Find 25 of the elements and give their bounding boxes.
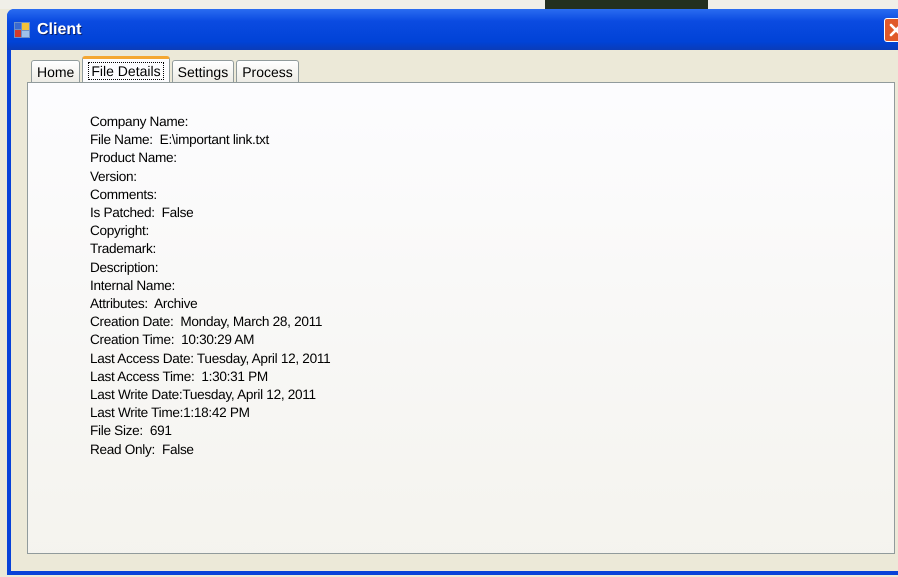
detail-line: Read Only: False bbox=[90, 440, 195, 459]
detail-line: Last Write Date:Tuesday, April 12, 2011 bbox=[90, 386, 317, 404]
detail-line: Comments: bbox=[90, 186, 158, 204]
detail-line: Copyright: bbox=[90, 222, 150, 240]
detail-line: Last Access Date: Tuesday, April 12, 2011 bbox=[90, 350, 332, 368]
tab[interactable]: Settings bbox=[172, 60, 234, 82]
detail-line: File Name: E:\important link.txt bbox=[90, 131, 270, 150]
detail-line: Version: bbox=[90, 168, 138, 186]
detail-line: Description: bbox=[90, 258, 160, 277]
detail-line: Last Write Time:1:18:42 PM bbox=[90, 404, 251, 422]
detail-line: Attributes: Archive bbox=[90, 295, 198, 314]
tab[interactable]: Process bbox=[236, 60, 299, 82]
detail-line: Is Patched: False bbox=[90, 204, 194, 222]
detail-line: Company Name: bbox=[90, 113, 190, 131]
detail-line: Trademark: bbox=[90, 240, 157, 258]
app-icon bbox=[13, 20, 31, 38]
detail-line: File Size: 691 bbox=[90, 422, 173, 440]
detail-line: Creation Date: Monday, March 28, 2011 bbox=[90, 313, 324, 332]
tab[interactable]: File Details bbox=[82, 56, 170, 82]
detail-line: Product Name: bbox=[90, 149, 178, 168]
window-title: Client bbox=[37, 20, 82, 38]
tab[interactable]: Home bbox=[31, 60, 80, 82]
detail-line: Last Access Time: 1:30:31 PM bbox=[90, 368, 269, 386]
detail-line: Creation Time: 10:30:29 AM bbox=[90, 331, 256, 350]
detail-line: Internal Name: bbox=[90, 276, 176, 295]
